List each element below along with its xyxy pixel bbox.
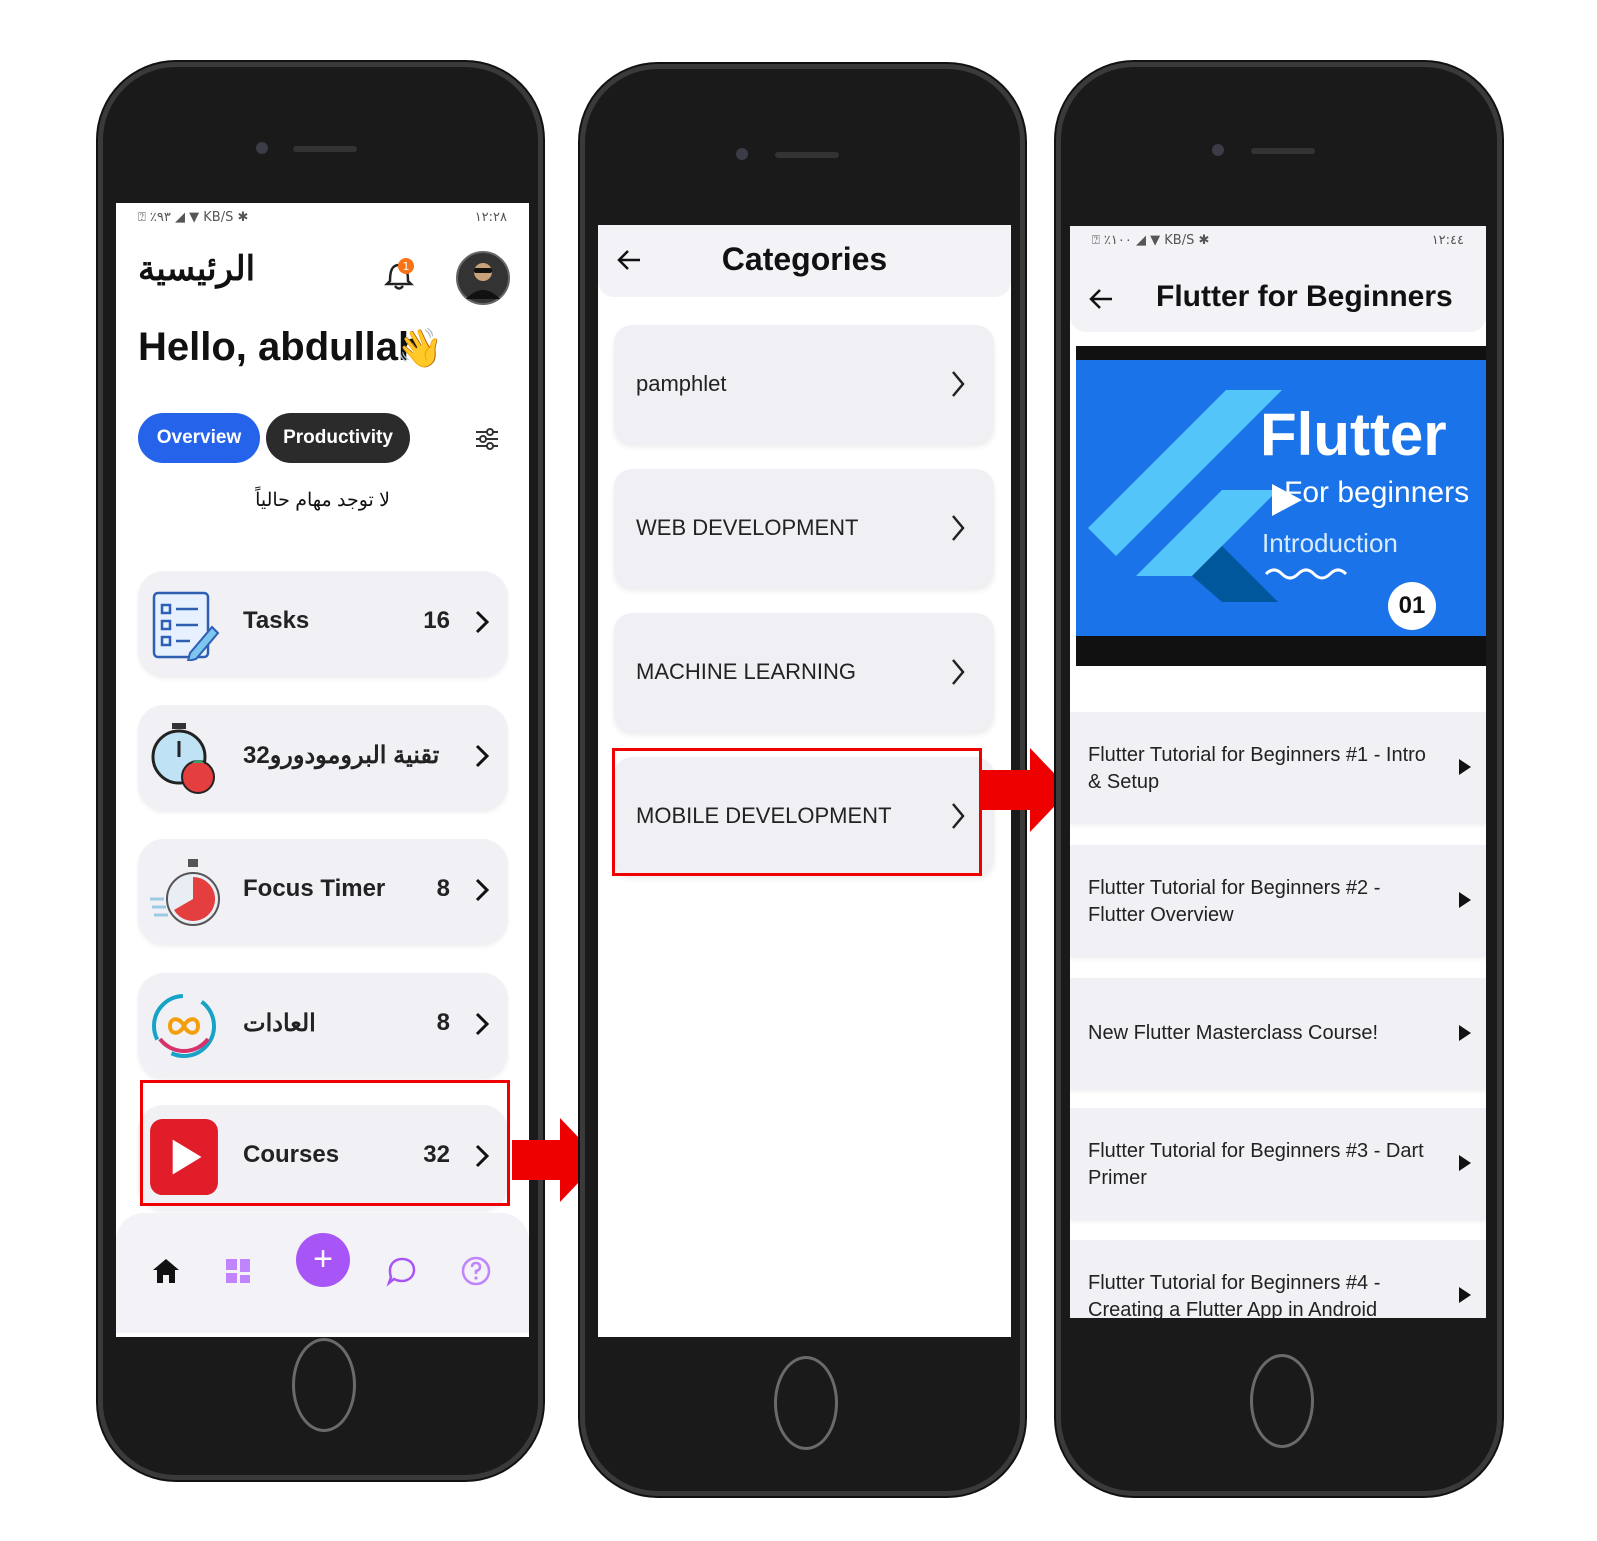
- pomodoro-timer-icon: [151, 723, 215, 794]
- chevron-right-icon: [475, 878, 490, 902]
- status-icons: ⍰ ٪١٠٠ ◢ ▼ KB/S ✱: [1092, 232, 1210, 248]
- thumbnail-subtitle: For beginners: [1284, 476, 1470, 509]
- thumbnail-headline: Flutter: [1260, 401, 1447, 468]
- bell-badge: 1: [403, 260, 410, 273]
- video-thumbnail[interactable]: Flutter For beginners Introduction 01: [1076, 346, 1486, 666]
- back-arrow-icon[interactable]: [1088, 286, 1114, 312]
- play-overlay-icon: [1272, 484, 1302, 516]
- video-list-item[interactable]: Flutter Tutorial for Beginners #4 - Crea…: [1070, 1240, 1486, 1318]
- video-title: Flutter Tutorial for Beginners #3 - Dart…: [1088, 1140, 1424, 1189]
- highlight-courses: [140, 1080, 510, 1206]
- avatar[interactable]: [456, 251, 510, 305]
- chevron-right-icon: [475, 610, 490, 634]
- front-camera: [256, 142, 268, 154]
- tab-overview[interactable]: Overview: [138, 413, 260, 463]
- card-tasks[interactable]: Tasks 16: [138, 571, 508, 677]
- highlight-mobile-development: [612, 748, 982, 876]
- category-label: MACHINE LEARNING: [636, 659, 857, 684]
- category-label: WEB DEVELOPMENT: [636, 515, 859, 540]
- category-item[interactable]: MACHINE LEARNING: [614, 613, 994, 731]
- play-arrow-icon: [1459, 1155, 1471, 1171]
- front-camera: [1212, 144, 1224, 156]
- home-button[interactable]: [291, 1338, 356, 1432]
- card-pomodoro[interactable]: 32تقنية البرومودورو: [138, 705, 508, 811]
- category-label: pamphlet: [636, 371, 727, 396]
- episode-number: 01: [1398, 592, 1426, 619]
- card-label: Tasks: [243, 607, 310, 634]
- video-list-item[interactable]: Flutter Tutorial for Beginners #3 - Dart…: [1070, 1108, 1486, 1220]
- chevron-right-icon: [475, 1012, 490, 1036]
- header: Flutter for Beginners: [1070, 254, 1486, 332]
- category-item[interactable]: WEB DEVELOPMENT: [614, 469, 994, 587]
- home-icon[interactable]: [150, 1255, 182, 1287]
- help-icon[interactable]: [460, 1255, 492, 1287]
- top-bar: الرئيسية 1: [116, 231, 529, 321]
- greeting-text: Hello, abdullah: [138, 325, 423, 369]
- page-title: Categories: [721, 241, 888, 277]
- notification-bell-icon[interactable]: 1: [384, 257, 414, 291]
- card-label: 32تقنية البرومودورو: [243, 742, 440, 769]
- chevron-right-icon: [952, 659, 965, 685]
- earpiece: [292, 146, 357, 152]
- video-title: Flutter Tutorial for Beginners #2 - Flut…: [1088, 877, 1381, 926]
- play-arrow-icon: [1459, 759, 1471, 775]
- waving-hand-icon: 👋: [396, 328, 444, 370]
- home-button[interactable]: [1250, 1354, 1314, 1448]
- card-count: 8: [436, 875, 450, 902]
- chevron-right-icon: [952, 371, 965, 397]
- status-bar: ⍰ ٪٩٣ ◢ ▼ KB/S ✱ ١٢:٢٨: [116, 203, 529, 231]
- video-title: Flutter Tutorial for Beginners #4 - Crea…: [1088, 1272, 1381, 1318]
- video-list-item[interactable]: Flutter Tutorial for Beginners #2 - Flut…: [1070, 845, 1486, 957]
- play-arrow-icon: [1459, 1287, 1471, 1303]
- earpiece: [1251, 148, 1315, 154]
- user-avatar-icon: [466, 263, 500, 299]
- chat-icon[interactable]: [386, 1255, 418, 1287]
- focus-timer-icon: [150, 859, 220, 926]
- earpiece: [774, 152, 839, 158]
- chevron-right-icon: [475, 744, 490, 768]
- course-screen: ⍰ ٪١٠٠ ◢ ▼ KB/S ✱ ١٢:٤٤ Flutter for Begi…: [1070, 226, 1486, 1318]
- status-time: ١٢:٤٤: [1431, 232, 1464, 248]
- header: Categories: [598, 225, 1011, 297]
- thumbnail-topic: Introduction: [1262, 528, 1398, 558]
- tab-productivity[interactable]: Productivity: [266, 413, 410, 463]
- chevron-right-icon: [952, 515, 965, 541]
- status-time: ١٢:٢٨: [474, 209, 507, 225]
- play-arrow-icon: [1459, 1025, 1471, 1041]
- wave-line-icon: [1264, 568, 1348, 580]
- card-label: Focus Timer: [243, 875, 386, 902]
- card-focus-timer[interactable]: Focus Timer 8: [138, 839, 508, 945]
- status-icons: ⍰ ٪٩٣ ◢ ▼ KB/S ✱: [138, 209, 249, 225]
- page-title: Flutter for Beginners: [1156, 280, 1453, 313]
- episode-badge: 01: [1388, 582, 1436, 630]
- filter-sliders-icon[interactable]: [474, 427, 500, 451]
- card-count: 16: [423, 607, 450, 634]
- play-arrow-icon: [1459, 892, 1471, 908]
- bottom-nav: +: [116, 1213, 529, 1333]
- thumbnail-art: Flutter For beginners Introduction 01: [1076, 360, 1486, 636]
- empty-tasks-message: لا توجد مهام حالياً: [255, 490, 390, 511]
- video-list-item[interactable]: New Flutter Masterclass Course!: [1070, 978, 1486, 1090]
- card-label: العادات: [243, 1010, 316, 1037]
- dashboard-icon[interactable]: [222, 1255, 254, 1287]
- page-title: الرئيسية: [138, 250, 256, 288]
- video-title: New Flutter Masterclass Course!: [1088, 1022, 1379, 1044]
- card-habits[interactable]: العادات 8: [138, 973, 508, 1079]
- front-camera: [736, 148, 748, 160]
- video-title: Flutter Tutorial for Beginners #1 - Intr…: [1088, 744, 1426, 793]
- status-bar: ⍰ ٪١٠٠ ◢ ▼ KB/S ✱ ١٢:٤٤: [1070, 226, 1486, 254]
- tasks-checklist-icon: [152, 591, 220, 661]
- category-item[interactable]: pamphlet: [614, 325, 994, 443]
- video-list-item[interactable]: Flutter Tutorial for Beginners #1 - Intr…: [1070, 712, 1486, 824]
- home-button[interactable]: [773, 1356, 838, 1450]
- add-button[interactable]: +: [296, 1233, 350, 1287]
- habits-infinity-icon: [152, 994, 216, 1058]
- card-count: 8: [436, 1009, 450, 1036]
